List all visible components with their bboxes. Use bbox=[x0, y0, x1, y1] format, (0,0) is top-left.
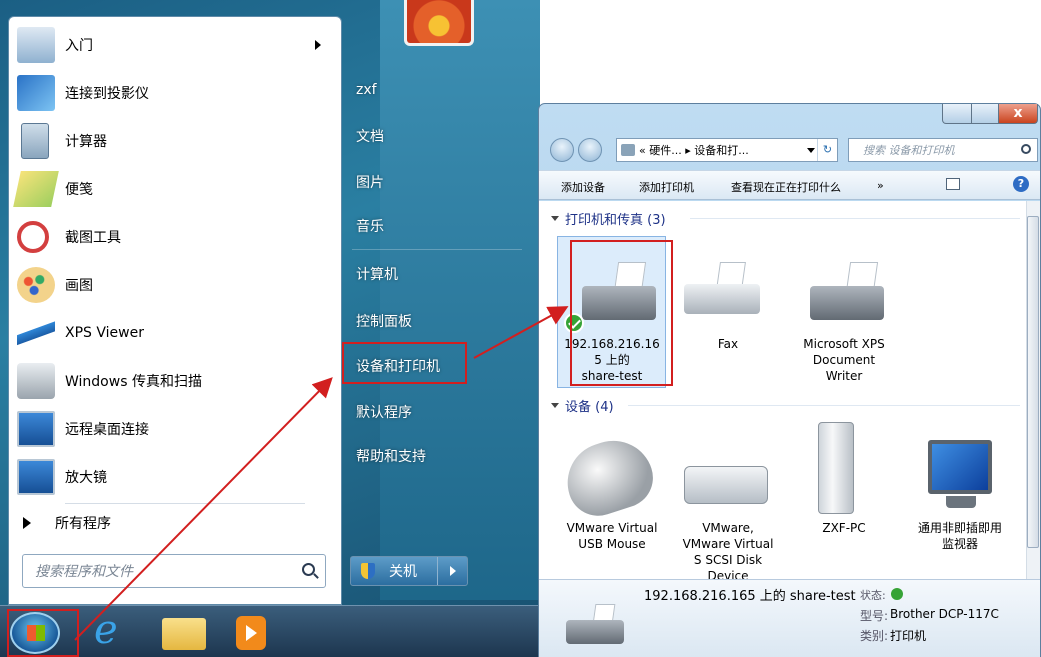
screenshot: 入门 连接到投影仪 计算器 便笺 截图工具 画图 XPS Viewer Wind… bbox=[0, 0, 1041, 657]
annotation-arrows bbox=[74, 306, 569, 641]
annotation-arrow bbox=[473, 306, 569, 359]
annotation-arrow bbox=[74, 377, 333, 641]
